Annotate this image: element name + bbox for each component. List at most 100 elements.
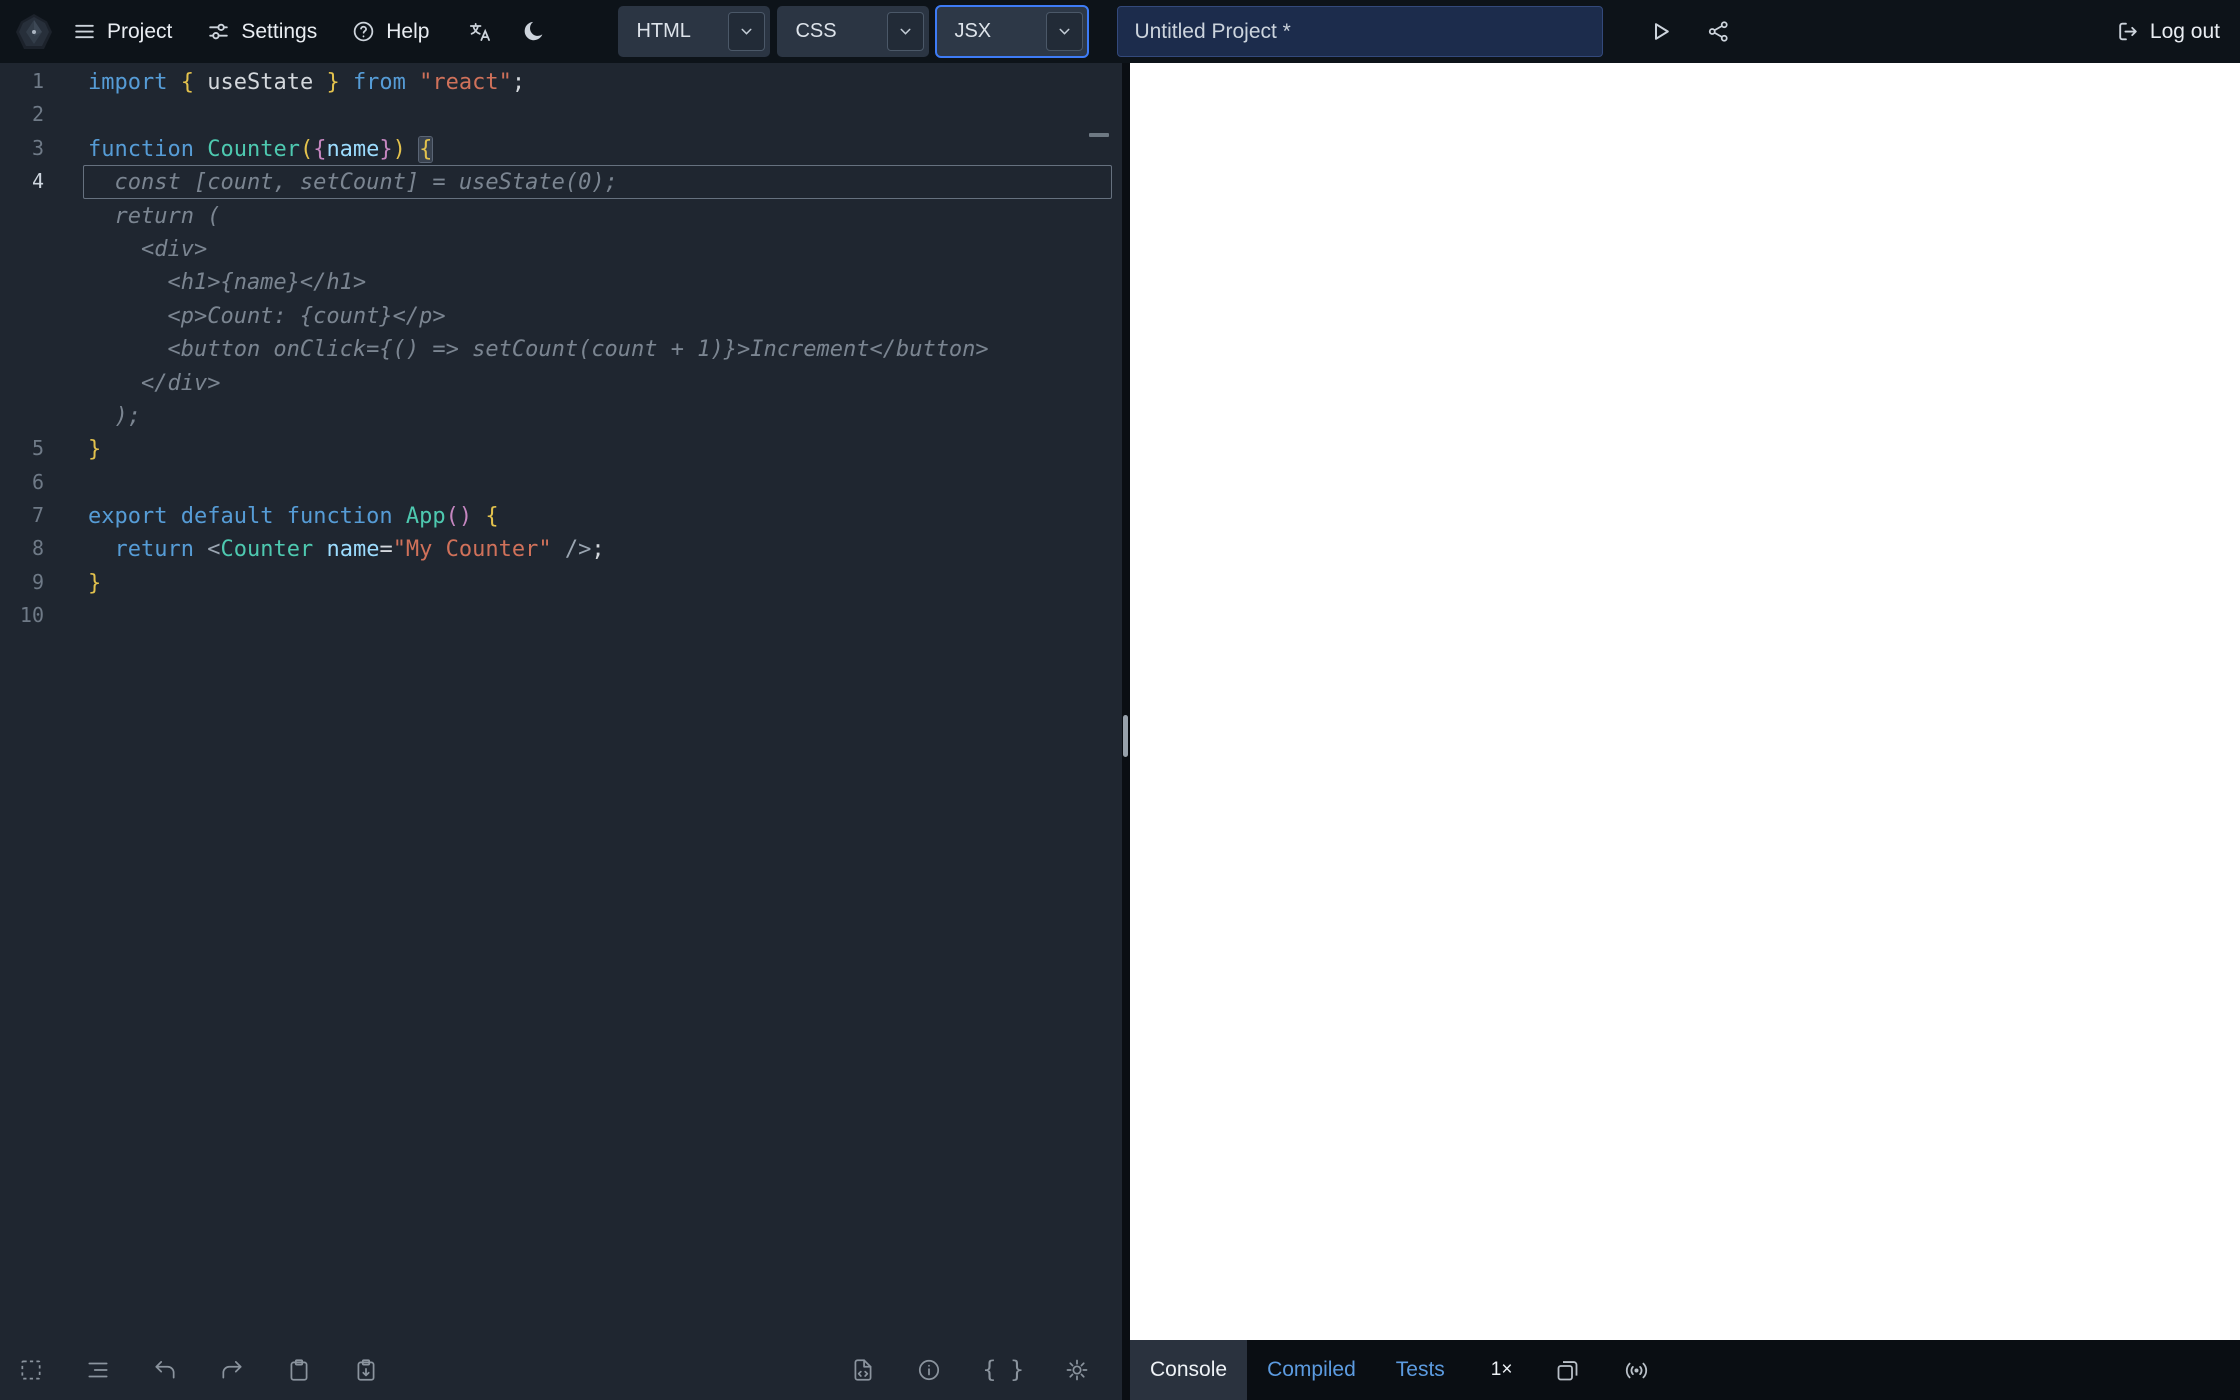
zoom-level[interactable]: 1× — [1491, 1359, 1513, 1381]
line-number: 10 — [0, 599, 44, 632]
settings-menu[interactable]: Settings — [206, 19, 317, 44]
logout-button[interactable]: Log out — [2115, 19, 2220, 44]
chevron-down-icon[interactable] — [887, 12, 924, 51]
moon-icon[interactable] — [521, 19, 546, 44]
paste-icon[interactable] — [286, 1357, 312, 1383]
line-content: import { useState } from "react"; — [83, 65, 1112, 98]
clipboard-arrow-icon[interactable] — [353, 1357, 379, 1383]
code-line[interactable]: 3 function Counter({name}) { — [0, 132, 1122, 165]
play-icon[interactable] — [1647, 18, 1674, 45]
splitter-handle[interactable] — [1123, 715, 1128, 757]
line-content: <button onClick={() => setCount(count + … — [83, 332, 1112, 365]
code-line[interactable]: 6 — [0, 466, 1122, 499]
help-menu[interactable]: Help — [351, 19, 429, 44]
tab-console[interactable]: Console — [1130, 1340, 1247, 1400]
info-icon[interactable] — [916, 1357, 942, 1383]
code-line[interactable]: <div> — [0, 232, 1122, 265]
translate-icon[interactable] — [467, 19, 493, 45]
code-editor[interactable]: 1 import { useState } from "react"; 23 func… — [0, 63, 1122, 1340]
logout-label: Log out — [2150, 20, 2220, 44]
selection-icon[interactable] — [18, 1357, 44, 1383]
tab-css[interactable]: CSS — [777, 6, 929, 57]
line-content: ); — [83, 399, 1112, 432]
line-content: function Counter({name}) { — [83, 132, 1112, 165]
code-lines: 1 import { useState } from "react"; 23 func… — [0, 63, 1122, 633]
line-number — [0, 232, 44, 265]
line-content: } — [83, 566, 1112, 599]
file-tabs: HTML CSS JSX — [618, 6, 1095, 57]
editor-toolbar-right: { } — [850, 1357, 1090, 1383]
line-content: <h1>{name}</h1> — [83, 265, 1112, 298]
line-content: <div> — [83, 232, 1112, 265]
chevron-down-icon[interactable] — [728, 12, 765, 51]
preview-pane — [1130, 63, 2240, 1340]
braces-icon[interactable]: { } — [982, 1357, 1024, 1383]
chevron-down-icon[interactable] — [1046, 12, 1083, 51]
line-number — [0, 265, 44, 298]
code-line[interactable]: </div> — [0, 366, 1122, 399]
project-title-input[interactable] — [1117, 6, 1603, 57]
tab-jsx[interactable]: JSX — [936, 6, 1088, 57]
line-content — [83, 599, 1112, 632]
tab-html-label: HTML — [618, 20, 728, 43]
code-line[interactable]: <p>Count: {count}</p> — [0, 299, 1122, 332]
logout-icon — [2115, 19, 2140, 44]
editor-toolbar-left — [18, 1357, 379, 1383]
settings-menu-label: Settings — [241, 20, 317, 44]
editor-toolbar: { } — [0, 1340, 1122, 1400]
topbar: Project Settings Help HTML CSS — [0, 0, 2240, 63]
help-menu-label: Help — [386, 20, 429, 44]
redo-icon[interactable] — [219, 1357, 245, 1383]
line-number: 2 — [0, 98, 44, 131]
undo-icon[interactable] — [152, 1357, 178, 1383]
project-menu[interactable]: Project — [72, 19, 172, 44]
panel-splitter[interactable] — [1122, 63, 1130, 1400]
line-number: 6 — [0, 466, 44, 499]
code-line[interactable]: <h1>{name}</h1> — [0, 265, 1122, 298]
line-number: 9 — [0, 566, 44, 599]
line-content: export default function App() { — [83, 499, 1112, 532]
line-number: 7 — [0, 499, 44, 532]
code-line[interactable]: return ( — [0, 199, 1122, 232]
code-line[interactable]: 8 return <Counter name="My Counter" />; — [0, 532, 1122, 565]
sliders-icon — [206, 19, 231, 44]
line-number: 4 — [0, 165, 44, 198]
tab-html[interactable]: HTML — [618, 6, 770, 57]
file-code-icon[interactable] — [850, 1357, 876, 1383]
line-content: return ( — [83, 199, 1112, 232]
line-number: 3 — [0, 132, 44, 165]
gear-icon[interactable] — [1064, 1357, 1090, 1383]
line-content: } — [83, 432, 1112, 465]
share-icon[interactable] — [1706, 19, 1731, 44]
line-number — [0, 199, 44, 232]
line-number — [0, 366, 44, 399]
code-line[interactable]: 9} — [0, 566, 1122, 599]
line-number: 8 — [0, 532, 44, 565]
line-number: 1 — [0, 65, 44, 98]
format-icon[interactable] — [85, 1357, 111, 1383]
code-line[interactable]: 1 import { useState } from "react"; — [0, 65, 1122, 98]
code-line[interactable]: 5} — [0, 432, 1122, 465]
broadcast-icon[interactable] — [1623, 1357, 1650, 1384]
line-number — [0, 332, 44, 365]
line-content: </div> — [83, 366, 1112, 399]
code-line[interactable]: ); — [0, 399, 1122, 432]
tab-tests[interactable]: Tests — [1376, 1340, 1465, 1400]
line-content: const [count, setCount] = useState(0); — [83, 165, 1112, 198]
line-content: <p>Count: {count}</p> — [83, 299, 1112, 332]
frames-icon[interactable] — [1554, 1357, 1581, 1384]
line-number — [0, 399, 44, 432]
code-line[interactable]: 10 — [0, 599, 1122, 632]
code-line[interactable]: 2 — [0, 98, 1122, 131]
overview-ruler-mark — [1089, 133, 1109, 137]
line-content — [83, 466, 1112, 499]
code-line[interactable]: 4 const [count, setCount] = useState(0); — [0, 165, 1122, 198]
tab-css-label: CSS — [777, 20, 887, 43]
line-number: 5 — [0, 432, 44, 465]
code-line[interactable]: 7 export default function App() { — [0, 499, 1122, 532]
code-line[interactable]: <button onClick={() => setCount(count + … — [0, 332, 1122, 365]
app-logo[interactable] — [14, 12, 54, 52]
line-content — [83, 98, 1112, 131]
line-number — [0, 299, 44, 332]
tab-compiled[interactable]: Compiled — [1247, 1340, 1376, 1400]
